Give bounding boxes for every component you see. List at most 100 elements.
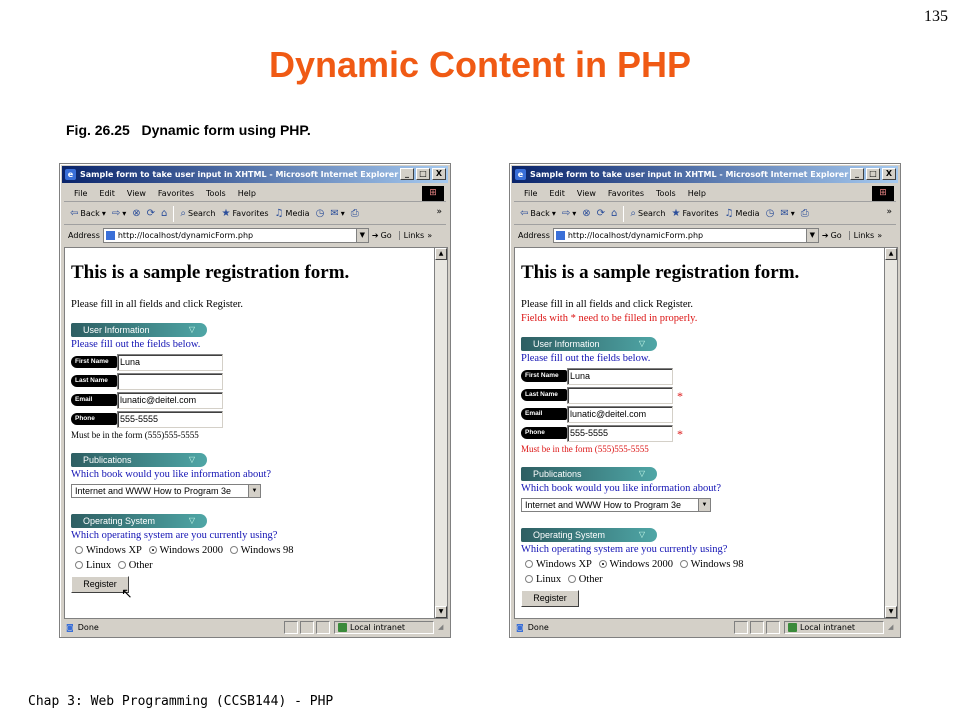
refresh-button[interactable]: ⟳ [597,208,605,219]
maximize-button[interactable]: □ [866,168,880,180]
last-name-field[interactable] [117,373,223,390]
scroll-down-icon[interactable]: ▼ [435,606,447,618]
window-titlebar[interactable]: e Sample form to take user input in XHTM… [512,166,898,183]
media-label: Media [285,209,310,218]
search-button[interactable]: ⌕ Search [630,208,665,219]
maximize-button[interactable]: □ [416,168,430,180]
menu-edit[interactable]: Edit [99,189,115,198]
book-select[interactable]: Internet and WWW How to Program 3e ▼ [521,498,711,512]
last-name-label: Last Name [521,389,567,401]
menu-favorites[interactable]: Favorites [608,189,644,198]
menu-favorites[interactable]: Favorites [158,189,194,198]
close-button[interactable]: X [882,168,896,180]
scroll-up-icon[interactable]: ▲ [885,248,897,260]
radio-button[interactable] [229,546,238,554]
search-button[interactable]: ⌕ Search [180,208,215,219]
stop-button[interactable]: ⊗ [582,208,590,219]
refresh-button[interactable]: ⟳ [147,208,155,219]
forward-button[interactable]: ⇨ ▾ [112,208,126,219]
os-option-other[interactable]: Other [117,560,153,571]
os-option-linux[interactable]: Linux [525,574,561,585]
go-button[interactable]: ➔ Go [372,231,392,240]
scroll-down-icon[interactable]: ▼ [885,606,897,618]
vertical-scrollbar[interactable]: ▲ ▼ [435,247,448,619]
favorites-button[interactable]: ★ Favorites [671,208,718,219]
back-button[interactable]: ⇦ Back ▾ [70,208,106,219]
resize-grip-icon[interactable]: ◢ [438,623,443,631]
radio-button-selected[interactable] [148,546,157,554]
print-button[interactable]: ⎙ [801,208,809,219]
book-select[interactable]: Internet and WWW How to Program 3e ▼ [71,484,261,498]
email-field[interactable]: lunatic@deitel.com [567,406,673,423]
minimize-button[interactable]: _ [850,168,864,180]
menu-edit[interactable]: Edit [549,189,565,198]
resize-grip-icon[interactable]: ◢ [888,623,893,631]
print-button[interactable]: ⎙ [351,208,359,219]
phone-field[interactable]: 555-5555 [117,411,223,428]
menu-help[interactable]: Help [238,189,256,198]
toolbar-more-chevron[interactable]: » [886,207,892,217]
menu-file[interactable]: File [524,189,537,198]
phone-field[interactable]: 555-5555 [567,425,673,442]
address-dropdown-icon[interactable]: ▼ [355,229,368,242]
os-option-windows-98[interactable]: Windows 98 [679,559,744,570]
home-button[interactable]: ⌂ [611,208,617,219]
radio-button[interactable] [75,546,83,554]
radio-button[interactable] [117,561,126,569]
forward-arrow-icon: ⇨ [561,208,571,219]
minimize-button[interactable]: _ [400,168,414,180]
vertical-scrollbar[interactable]: ▲ ▼ [885,247,898,619]
radio-button[interactable] [525,560,533,568]
os-option-other[interactable]: Other [567,574,603,585]
links-button[interactable]: Links [398,231,424,240]
links-chevron-icon[interactable]: » [877,231,882,240]
os-option-windows-xp[interactable]: Windows XP [75,545,142,556]
media-button[interactable]: ♫ Media [275,208,310,219]
menu-tools[interactable]: Tools [656,189,676,198]
close-button[interactable]: X [432,168,446,180]
menu-bar: File Edit View Favorites Tools Help ⊞ [514,185,896,202]
mail-button[interactable]: ✉ ▾ [780,208,794,219]
back-button[interactable]: ⇦ Back ▾ [520,208,556,219]
os-option-windows-98[interactable]: Windows 98 [229,545,294,556]
os-option-windows-xp[interactable]: Windows XP [525,559,592,570]
first-name-label: First Name [521,370,567,382]
dropdown-arrow-icon[interactable]: ▼ [248,485,260,497]
address-dropdown-icon[interactable]: ▼ [805,229,818,242]
radio-button[interactable] [75,561,83,569]
stop-button[interactable]: ⊗ [132,208,140,219]
favorites-button[interactable]: ★ Favorites [221,208,268,219]
os-option-windows-2000[interactable]: Windows 2000 [598,559,673,570]
os-option-linux[interactable]: Linux [75,560,111,571]
mail-button[interactable]: ✉ ▾ [330,208,344,219]
address-input[interactable]: http://localhost/dynamicForm.php ▼ [552,228,819,243]
radio-button[interactable] [679,560,688,568]
links-chevron-icon[interactable]: » [427,231,432,240]
address-input[interactable]: http://localhost/dynamicForm.php ▼ [102,228,369,243]
history-button[interactable]: ◷ [316,208,325,219]
go-button[interactable]: ➔ Go [822,231,842,240]
radio-button[interactable] [525,575,533,583]
menu-view[interactable]: View [127,189,146,198]
last-name-field[interactable] [567,387,673,404]
first-name-field[interactable]: Luna [567,368,673,385]
register-button[interactable]: Register [521,590,579,607]
scroll-up-icon[interactable]: ▲ [435,248,447,260]
email-field[interactable]: lunatic@deitel.com [117,392,223,409]
menu-file[interactable]: File [74,189,87,198]
home-button[interactable]: ⌂ [161,208,167,219]
radio-button[interactable] [567,575,576,583]
menu-view[interactable]: View [577,189,596,198]
first-name-field[interactable]: Luna [117,354,223,371]
dropdown-arrow-icon[interactable]: ▼ [698,499,710,511]
history-button[interactable]: ◷ [766,208,775,219]
radio-button-selected[interactable] [598,560,607,568]
forward-button[interactable]: ⇨ ▾ [562,208,576,219]
toolbar-more-chevron[interactable]: » [436,207,442,217]
menu-tools[interactable]: Tools [206,189,226,198]
menu-help[interactable]: Help [688,189,706,198]
os-option-windows-2000[interactable]: Windows 2000 [148,545,223,556]
links-button[interactable]: Links [848,231,874,240]
window-titlebar[interactable]: e Sample form to take user input in XHTM… [62,166,448,183]
media-button[interactable]: ♫ Media [725,208,760,219]
